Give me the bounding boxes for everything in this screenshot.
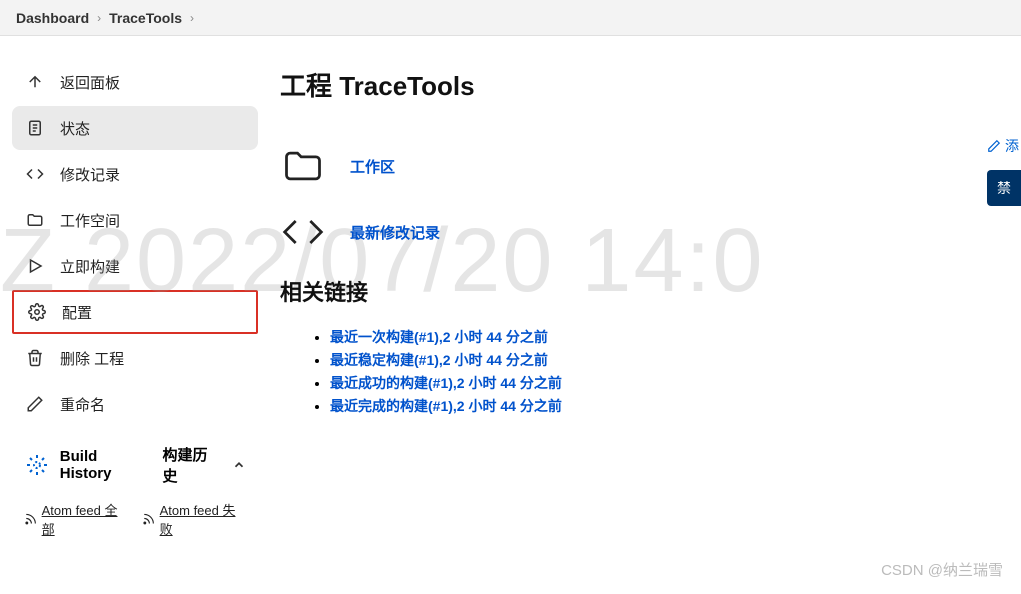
changes-row: 最新修改记录: [280, 209, 1021, 255]
breadcrumb-dashboard[interactable]: Dashboard: [16, 10, 89, 26]
pencil-icon: [24, 393, 46, 415]
sidebar-item-status[interactable]: 状态: [12, 106, 258, 150]
sidebar: 返回面板 状态 修改记录 工作空间 立即构建: [0, 36, 270, 594]
sidebar-item-label: 配置: [62, 302, 92, 323]
main-content: 工程 TraceTools 添 禁 工作区 最新修改记录 相关链接 最近一次构建…: [270, 36, 1021, 594]
pencil-icon: [987, 139, 1001, 153]
disable-project-button[interactable]: 禁: [987, 170, 1021, 206]
list-item: 最近完成的构建(#1),2 小时 44 分之前: [330, 396, 1021, 416]
last-completed-build-link[interactable]: 最近完成的构建(#1),2 小时 44 分之前: [330, 398, 562, 414]
chevron-right-icon: ›: [97, 11, 101, 25]
chevron-up-icon[interactable]: [232, 458, 246, 472]
sidebar-item-label: 立即构建: [60, 256, 120, 277]
sidebar-item-configure[interactable]: 配置: [12, 290, 258, 334]
action-buttons: 添 禁: [987, 136, 1021, 206]
build-history-subtitle: 构建历史: [162, 444, 222, 486]
folder-icon: [24, 209, 46, 231]
workspace-row: 工作区: [280, 143, 1021, 189]
sidebar-item-label: 重命名: [60, 394, 105, 415]
sidebar-item-rename[interactable]: 重命名: [12, 382, 258, 426]
permalinks-list: 最近一次构建(#1),2 小时 44 分之前 最近稳定构建(#1),2 小时 4…: [280, 327, 1021, 416]
page-title: 工程 TraceTools: [280, 66, 1021, 103]
list-item: 最近成功的构建(#1),2 小时 44 分之前: [330, 373, 1021, 393]
sidebar-item-label: 状态: [60, 118, 90, 139]
last-successful-build-link[interactable]: 最近成功的构建(#1),2 小时 44 分之前: [330, 375, 562, 391]
sidebar-item-label: 修改记录: [60, 164, 120, 185]
play-icon: [24, 255, 46, 277]
atom-feed-failures[interactable]: Atom feed 失败: [142, 500, 246, 538]
feed-label: Atom feed 全部: [42, 500, 128, 538]
rss-icon: [24, 512, 38, 526]
sidebar-item-changes[interactable]: 修改记录: [12, 152, 258, 196]
sidebar-item-label: 返回面板: [60, 72, 120, 93]
sidebar-item-back[interactable]: 返回面板: [12, 60, 258, 104]
related-links-heading: 相关链接: [280, 275, 1021, 307]
csdn-watermark: CSDN @纳兰瑞雪: [881, 559, 1003, 580]
code-icon: [24, 163, 46, 185]
chevron-right-icon: ›: [190, 11, 194, 25]
trend-icon: [24, 452, 50, 478]
feed-label: Atom feed 失败: [160, 500, 246, 538]
edit-label: 添: [1005, 136, 1019, 156]
build-history-header[interactable]: Build History 构建历史: [12, 428, 258, 494]
sidebar-item-delete[interactable]: 删除 工程: [12, 336, 258, 380]
breadcrumb-tracetools[interactable]: TraceTools: [109, 10, 182, 26]
last-build-link[interactable]: 最近一次构建(#1),2 小时 44 分之前: [330, 329, 548, 345]
recent-changes-link[interactable]: 最新修改记录: [350, 222, 440, 243]
workspace-link[interactable]: 工作区: [350, 156, 395, 177]
atom-feed-all[interactable]: Atom feed 全部: [24, 500, 128, 538]
build-history-title: Build History: [60, 448, 153, 482]
last-stable-build-link[interactable]: 最近稳定构建(#1),2 小时 44 分之前: [330, 352, 548, 368]
code-icon: [280, 209, 326, 255]
arrow-up-icon: [24, 71, 46, 93]
list-item: 最近稳定构建(#1),2 小时 44 分之前: [330, 350, 1021, 370]
list-item: 最近一次构建(#1),2 小时 44 分之前: [330, 327, 1021, 347]
rss-icon: [142, 512, 156, 526]
edit-description-link[interactable]: 添: [987, 136, 1021, 156]
folder-icon: [280, 143, 326, 189]
sidebar-item-build-now[interactable]: 立即构建: [12, 244, 258, 288]
sidebar-item-workspace[interactable]: 工作空间: [12, 198, 258, 242]
document-icon: [24, 117, 46, 139]
breadcrumb: Dashboard › TraceTools ›: [0, 0, 1021, 36]
trash-icon: [24, 347, 46, 369]
feed-links: Atom feed 全部 Atom feed 失败: [12, 494, 258, 544]
sidebar-item-label: 删除 工程: [60, 348, 124, 369]
sidebar-item-label: 工作空间: [60, 210, 120, 231]
gear-icon: [26, 301, 48, 323]
